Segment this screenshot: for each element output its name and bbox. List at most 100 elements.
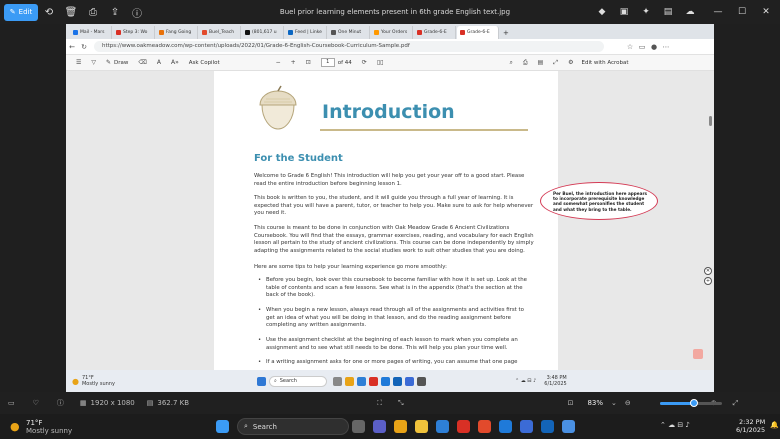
start-icon[interactable] [256, 376, 266, 386]
browser-tab[interactable]: (801,617 u [242, 26, 284, 39]
browser-tab[interactable]: Your Orders [371, 26, 413, 39]
notifications-icon[interactable]: 🔔 [770, 421, 779, 429]
add-icon[interactable]: + [704, 277, 712, 285]
scrollbar-thumb[interactable] [709, 116, 712, 126]
dropbox-icon[interactable] [520, 420, 533, 433]
zoom-dropdown-icon[interactable]: ⌄ [611, 399, 617, 407]
info-icon[interactable]: ⓘ [126, 2, 148, 22]
file-explorer-icon[interactable] [344, 376, 354, 386]
edge-icon[interactable] [356, 376, 366, 386]
app-icon[interactable] [478, 420, 491, 433]
album-icon[interactable]: ▤ [658, 0, 678, 24]
maximize-icon[interactable]: ☐ [732, 0, 752, 24]
rotate-icon[interactable]: ⟲ [38, 2, 60, 22]
search-icon: ⌕ [273, 378, 277, 384]
cloud-icon[interactable]: ☁ [680, 0, 700, 24]
sparkle-icon[interactable]: ✦ [636, 0, 656, 24]
close-icon[interactable]: ✕ [756, 0, 776, 24]
search-label[interactable]: Search [280, 378, 297, 384]
contents-icon[interactable]: ☰ [76, 59, 81, 66]
zoom-in-icon[interactable]: + [291, 59, 296, 66]
favorite-icon[interactable]: ☆ [624, 43, 636, 51]
file-size-icon: ▤ [146, 399, 154, 407]
outlook-icon[interactable] [499, 420, 512, 433]
teams-icon[interactable] [373, 420, 386, 433]
info-icon[interactable]: ⓘ [57, 398, 64, 408]
fullscreen-icon[interactable]: ⤢ [733, 399, 739, 408]
task-view-icon[interactable] [332, 376, 342, 386]
browser-tab-active[interactable]: Grade-6-E [457, 26, 499, 39]
share-icon[interactable]: ⇪ [104, 2, 126, 22]
browser-tab[interactable]: Mail - Mars [70, 26, 112, 39]
task-view-icon[interactable] [352, 420, 365, 433]
copilot-label[interactable]: Ask Copilot [189, 60, 220, 66]
text-icon[interactable]: A [157, 59, 161, 66]
browser-tab[interactable]: Grade-6-E [414, 26, 456, 39]
browser-tab[interactable]: One Minut [328, 26, 370, 39]
outlook-icon[interactable] [380, 376, 390, 386]
page-number-input[interactable]: 1 [320, 58, 335, 67]
read-aloud-icon[interactable]: A» [171, 59, 179, 66]
tab-favicon-icon [245, 30, 250, 35]
highlight-icon[interactable]: ▽ [91, 59, 96, 66]
app-icon[interactable] [416, 376, 426, 386]
address-bar-row: ← ↻ https://www.oakmeadow.com/wp-content… [66, 39, 714, 55]
favorite-heart-icon[interactable]: ♡ [33, 399, 39, 407]
edge-icon[interactable] [436, 420, 449, 433]
layout-icon[interactable]: ▯▯ [377, 59, 384, 66]
list-item: When you begin a new lesson, always read… [258, 307, 534, 330]
edit-button[interactable]: ✎ Edit [4, 3, 38, 21]
expand-icon[interactable]: ⤡ [398, 399, 404, 408]
chrome-icon[interactable] [457, 420, 470, 433]
photos-viewer-window: ✎ Edit ⟲ 🗑 ⎙ ⇪ ⓘ Buel prior learning ele… [0, 0, 780, 439]
new-tab-icon[interactable]: + [500, 26, 512, 39]
profile-icon[interactable]: ● [648, 43, 660, 51]
dropbox-icon[interactable] [404, 376, 414, 386]
tray-icons[interactable]: ⌃ ☁ ⊟ ♪ [515, 378, 536, 384]
browser-tab[interactable]: Buel_Teach [199, 26, 241, 39]
draw-icon[interactable]: ✎ [106, 59, 111, 66]
delete-icon[interactable]: 🗑 [60, 2, 82, 22]
file-explorer-icon[interactable] [415, 420, 428, 433]
zoom-level[interactable]: 83% [587, 399, 603, 407]
rotate-page-icon[interactable]: ⟳ [362, 59, 367, 66]
browser-tab[interactable]: Feed | Linke [285, 26, 327, 39]
draw-label[interactable]: Draw [114, 60, 128, 66]
settings-icon[interactable]: ⚙ [568, 59, 573, 66]
find-icon[interactable]: ⌕ [509, 59, 512, 67]
collections-icon[interactable]: ▭ [636, 43, 648, 51]
copilot-icon[interactable]: ◆ [592, 0, 612, 24]
word-icon[interactable] [541, 420, 554, 433]
print-pdf-icon[interactable]: ⎙ [523, 59, 528, 67]
fit-page-icon[interactable]: ⊡ [306, 59, 311, 66]
minimize-icon[interactable]: — [708, 0, 728, 24]
edit-icon: ✎ [9, 8, 16, 16]
crop-icon[interactable]: ⛶ [377, 399, 382, 408]
refresh-icon[interactable]: ↻ [78, 43, 90, 51]
erase-icon[interactable]: ⌫ [138, 59, 146, 66]
edit-acrobat-label[interactable]: Edit with Acrobat [582, 60, 629, 66]
fullscreen-icon[interactable]: ⤢ [553, 59, 558, 67]
url-input[interactable]: https://www.oakmeadow.com/wp-content/upl… [94, 41, 604, 52]
chrome-icon[interactable] [368, 376, 378, 386]
filter-icon[interactable]: ▣ [614, 0, 634, 24]
fit-icon[interactable]: ⊡ [568, 399, 574, 407]
menu-icon[interactable]: ⋯ [660, 43, 672, 51]
start-icon[interactable] [216, 420, 229, 433]
taskbar-search[interactable]: ⌕ Search [237, 418, 349, 435]
back-icon[interactable]: ← [66, 43, 78, 51]
browser-tab[interactable]: Fang Going [156, 26, 198, 39]
save-icon[interactable]: ▤ [538, 59, 544, 66]
acrobat-icon[interactable] [693, 349, 703, 359]
print-icon[interactable]: ⎙ [82, 2, 104, 22]
close-icon[interactable]: ✕ [704, 267, 712, 275]
zoom-slider[interactable] [660, 399, 722, 407]
filmstrip-icon[interactable]: ▭ [8, 399, 15, 407]
tray-icons[interactable]: ⌃ ☁ ⊟ ♪ [660, 421, 690, 429]
zoom-out-icon[interactable]: − [276, 59, 281, 66]
copilot-icon[interactable] [394, 420, 407, 433]
word-icon[interactable] [392, 376, 402, 386]
browser-tab[interactable]: Step 3: Wo [113, 26, 155, 39]
zoom-out-icon[interactable]: ⊖ [625, 399, 631, 407]
photos-icon[interactable] [562, 420, 575, 433]
